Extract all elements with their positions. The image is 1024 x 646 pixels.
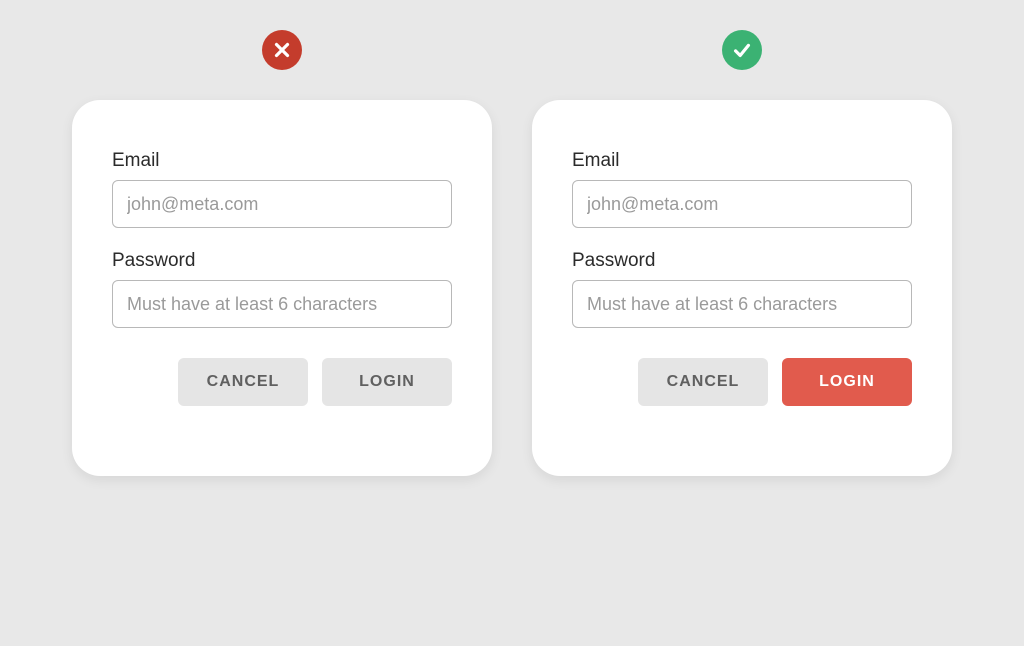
login-card-good: Email Password CANCEL LOGIN: [532, 100, 952, 476]
login-button[interactable]: LOGIN: [322, 358, 452, 406]
cross-icon: [262, 30, 302, 70]
login-card-bad: Email Password CANCEL LOGIN: [72, 100, 492, 476]
cancel-button[interactable]: CANCEL: [638, 358, 768, 406]
button-row: CANCEL LOGIN: [112, 358, 452, 406]
password-label: Password: [112, 250, 452, 272]
button-row: CANCEL LOGIN: [572, 358, 912, 406]
email-label: Email: [572, 150, 912, 172]
password-field-group: Password: [572, 250, 912, 328]
check-icon: [722, 30, 762, 70]
good-example: Email Password CANCEL LOGIN: [532, 30, 952, 476]
password-field-group: Password: [112, 250, 452, 328]
password-input[interactable]: [112, 280, 452, 328]
email-label: Email: [112, 150, 452, 172]
email-field-group: Email: [572, 150, 912, 228]
login-button[interactable]: LOGIN: [782, 358, 912, 406]
email-field-group: Email: [112, 150, 452, 228]
email-input[interactable]: [572, 180, 912, 228]
password-label: Password: [572, 250, 912, 272]
password-input[interactable]: [572, 280, 912, 328]
cancel-button[interactable]: CANCEL: [178, 358, 308, 406]
email-input[interactable]: [112, 180, 452, 228]
bad-example: Email Password CANCEL LOGIN: [72, 30, 492, 476]
